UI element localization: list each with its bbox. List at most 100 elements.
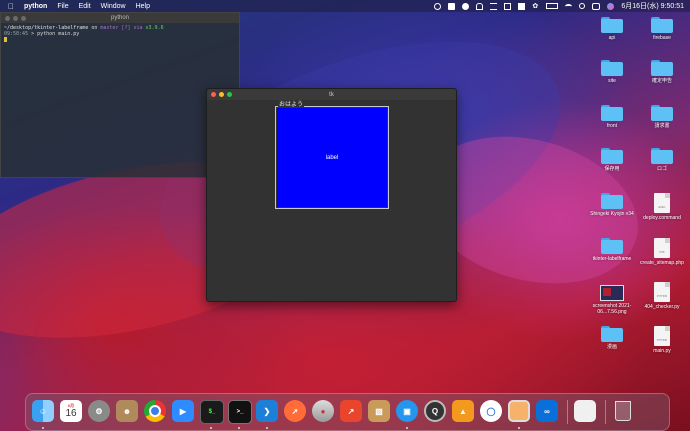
- menu-bar:  python File Edit Window Help ✿ 6月16日(水…: [0, 0, 690, 12]
- desktop-icon[interactable]: EXEC deploy.command: [637, 193, 687, 221]
- status-calendar-icon[interactable]: [504, 2, 512, 10]
- calendar-day: 16: [65, 408, 77, 419]
- desktop-icon[interactable]: api: [587, 17, 637, 41]
- terminal-window[interactable]: python ~/desktop/tkinter-labelframe on m…: [0, 12, 240, 178]
- terminal-green-icon[interactable]: $_: [200, 400, 224, 424]
- siri-icon[interactable]: [607, 2, 615, 10]
- desktop-icon-label: ロゴ: [656, 166, 667, 172]
- desktop-icon[interactable]: site: [587, 60, 637, 84]
- folder-icon: [601, 238, 623, 254]
- apple-icon[interactable]: : [8, 2, 14, 11]
- control-center-icon[interactable]: [592, 2, 601, 10]
- desktop-icon-label: api: [608, 35, 616, 41]
- folder-icon: [651, 60, 673, 76]
- desktop-icon[interactable]: PYTHON 404_checker.py: [637, 282, 687, 310]
- desktop-icon-label: screenshot 2021-06...7.56.png: [592, 303, 632, 315]
- desktop-icon-label: front: [606, 123, 617, 129]
- folder-icon: [651, 105, 673, 121]
- terminal-command: > python main.py: [31, 31, 80, 37]
- folder-icon: [601, 148, 623, 164]
- desktop-icon-label: Shingeki Kyojin v34: [590, 211, 634, 217]
- proxyman-icon[interactable]: ◯: [480, 400, 502, 422]
- desktop-icon-label: firebase: [653, 35, 671, 41]
- desktop-icon[interactable]: PYTHON main.py: [637, 326, 687, 354]
- desktop-icon[interactable]: 確定申告: [637, 60, 687, 84]
- desktop-icon[interactable]: front: [587, 105, 637, 129]
- document-icon: EXEC: [654, 193, 670, 213]
- terminal-time: 09:50:45: [4, 31, 29, 37]
- system-preferences-icon[interactable]: ⚙: [88, 400, 110, 422]
- blue-frame: label: [277, 108, 387, 207]
- quicktime-icon[interactable]: Q: [424, 400, 446, 422]
- search-icon[interactable]: [579, 3, 586, 9]
- terminal-on: on: [91, 25, 98, 31]
- desktop-icon-label: 請求書: [654, 123, 670, 129]
- desktop-icon-label: 保存用: [604, 166, 620, 172]
- desktop-icon[interactable]: tkinter-labelframe: [587, 238, 637, 262]
- bluetooth-icon[interactable]: ✿: [532, 3, 539, 10]
- desktop-icon[interactable]: 保存用: [587, 148, 637, 172]
- document-icon: PYTHON: [654, 326, 670, 346]
- tk-label: label: [325, 154, 339, 161]
- status-ghost-icon[interactable]: [476, 2, 484, 10]
- desktop-icon[interactable]: 漫画: [587, 326, 637, 350]
- status-circle-icon[interactable]: [434, 2, 442, 10]
- postman-icon[interactable]: ➚: [284, 400, 306, 422]
- contacts-icon[interactable]: ☻: [116, 400, 138, 422]
- status-bars-icon[interactable]: [490, 2, 498, 10]
- desktop-icon-label: create_sitemap.php: [640, 260, 684, 266]
- document-icon: PHP: [654, 238, 670, 258]
- terminal-version: v3.9.6: [145, 25, 164, 31]
- terminal-title: python: [110, 15, 129, 21]
- menu-help[interactable]: Help: [136, 3, 150, 10]
- status-square-icon[interactable]: [448, 2, 456, 10]
- menu-window[interactable]: Window: [101, 3, 126, 10]
- running-indicator: [210, 427, 212, 429]
- chrome-icon[interactable]: [144, 400, 166, 422]
- desktop-icon-label: tkinter-labelframe: [592, 256, 632, 262]
- folder-icon: [601, 193, 623, 209]
- desktop-icon[interactable]: PHP create_sitemap.php: [637, 238, 687, 266]
- menu-app-name[interactable]: python: [24, 3, 47, 10]
- menu-clock[interactable]: 6月16日(水) 9:50:51: [621, 1, 684, 11]
- terminal-titlebar[interactable]: python: [1, 13, 239, 23]
- desktop-icon[interactable]: firebase: [637, 17, 687, 41]
- docker-icon[interactable]: ▣: [396, 400, 418, 422]
- folder-icon: [601, 17, 623, 33]
- folder-icon: [601, 105, 623, 121]
- zoom-icon[interactable]: ▶: [172, 400, 194, 422]
- wifi-icon[interactable]: [565, 3, 573, 9]
- preview-icon[interactable]: [508, 400, 530, 422]
- calendar-icon[interactable]: 6月 16: [60, 400, 82, 422]
- desktop-icon[interactable]: ロゴ: [637, 148, 687, 172]
- reeder-icon[interactable]: ↗: [340, 400, 362, 422]
- terminal-icon[interactable]: >_: [228, 400, 252, 424]
- desktop-icon[interactable]: screenshot 2021-06...7.56.png: [587, 282, 637, 315]
- dock-separator: [567, 400, 568, 424]
- finder-icon[interactable]: ☺: [32, 400, 54, 422]
- sequel-icon[interactable]: ●: [312, 400, 334, 422]
- tk-window[interactable]: tk おはよう label: [206, 88, 457, 302]
- desktop-icon-label: site: [608, 78, 616, 84]
- menu-file[interactable]: File: [57, 3, 68, 10]
- desktop-icon[interactable]: Shingeki Kyojin v34: [587, 193, 637, 217]
- menu-edit[interactable]: Edit: [79, 3, 91, 10]
- archive-utility-icon[interactable]: ▧: [368, 400, 390, 422]
- file-type-tag: EXEC: [658, 206, 666, 209]
- trash-icon[interactable]: [612, 400, 634, 422]
- terminal-cursor: [4, 37, 7, 42]
- status-p-icon[interactable]: [462, 2, 470, 10]
- tk-titlebar[interactable]: tk: [207, 89, 456, 100]
- input-source-icon[interactable]: [518, 2, 526, 10]
- document-stack-icon[interactable]: [574, 400, 596, 422]
- vscode-icon[interactable]: ❯: [256, 400, 278, 422]
- dock-separator: [605, 400, 606, 424]
- desktop-icon[interactable]: 請求書: [637, 105, 687, 129]
- battery-icon[interactable]: [546, 3, 559, 9]
- desktop-icon-label: deploy.command: [643, 215, 681, 221]
- sourcetree-icon[interactable]: ▲: [452, 400, 474, 422]
- running-indicator: [406, 427, 408, 429]
- terminal-content[interactable]: ~/desktop/tkinter-labelframe on master […: [1, 23, 239, 46]
- infinity-icon[interactable]: ∞: [536, 400, 558, 422]
- running-indicator: [266, 427, 268, 429]
